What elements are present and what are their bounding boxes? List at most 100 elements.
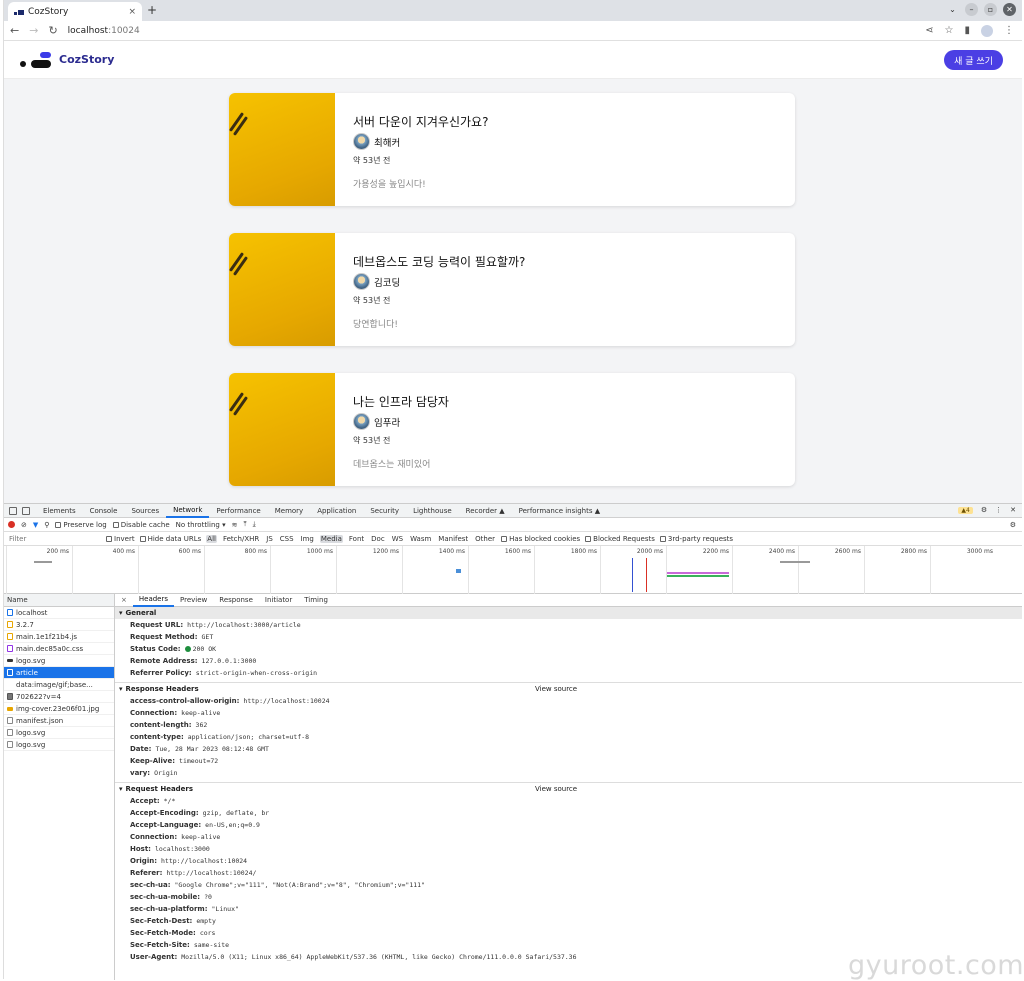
network-timeline[interactable]: 200 ms 400 ms 600 ms 800 ms 1000 ms 1200… <box>4 546 1022 594</box>
address-toolbar: ← → ↻ localhost:10024 ⋖ ☆ ▮ ⋮ <box>4 21 1022 41</box>
throttling-select[interactable]: No throttling ▾ <box>176 521 226 529</box>
request-row[interactable]: 702622?v=4 <box>4 691 114 703</box>
bookmark-star-icon[interactable]: ☆ <box>945 25 954 36</box>
detail-tab-headers[interactable]: Headers <box>132 594 175 607</box>
disable-cache-checkbox[interactable]: Disable cache <box>112 521 170 529</box>
devtools-tab[interactable]: Console <box>83 504 125 518</box>
name-column-header[interactable]: Name <box>4 594 114 607</box>
devtools-tab[interactable]: Recorder ▲ <box>459 504 512 518</box>
request-row[interactable]: 3.2.7 <box>4 619 114 631</box>
filter-input[interactable]: Filter <box>7 533 101 545</box>
devtools-tab-network[interactable]: Network <box>166 504 210 518</box>
devtools-tab[interactable]: Security <box>363 504 406 518</box>
filter-type[interactable]: Other <box>474 535 496 543</box>
brand-name[interactable]: CozStory <box>59 53 114 66</box>
request-row[interactable]: main.dec85a0c.css <box>4 643 114 655</box>
devtools-tab[interactable]: Application <box>310 504 363 518</box>
invert-checkbox[interactable]: Invert <box>106 535 135 543</box>
filter-type[interactable]: CSS <box>279 535 295 543</box>
profile-icon[interactable] <box>981 24 993 37</box>
import-har-icon[interactable]: ⤒ <box>243 520 246 529</box>
export-har-icon[interactable]: ⤓ <box>253 520 256 529</box>
third-party-checkbox[interactable]: 3rd-party requests <box>659 535 733 543</box>
request-row-selected[interactable]: article <box>4 667 114 679</box>
restore-icon[interactable]: ▫ <box>984 3 997 16</box>
close-icon[interactable]: × <box>128 7 136 17</box>
clear-icon[interactable]: ⊘ <box>21 521 27 529</box>
devtools-tab[interactable]: Memory <box>268 504 310 518</box>
header-value: http://localhost:10024/ <box>166 869 257 877</box>
record-icon[interactable] <box>8 521 15 528</box>
request-row[interactable]: localhost <box>4 607 114 619</box>
share-icon[interactable]: ⋖ <box>925 25 933 36</box>
devtools-tab[interactable]: Sources <box>124 504 166 518</box>
view-source-link[interactable]: View source <box>535 785 577 793</box>
filter-type[interactable]: Fetch/XHR <box>222 535 260 543</box>
filter-type[interactable]: Doc <box>370 535 386 543</box>
general-section-header[interactable]: ▾ General <box>115 607 1022 619</box>
settings-gear-icon[interactable]: ⚙ <box>981 506 987 514</box>
filter-type[interactable]: WS <box>391 535 404 543</box>
hide-data-urls-checkbox[interactable]: Hide data URLs <box>139 535 201 543</box>
write-post-button[interactable]: 새 글 쓰기 <box>944 50 1003 70</box>
tab-cozstory[interactable]: CozStory × <box>8 2 142 21</box>
forward-icon[interactable]: → <box>29 24 38 37</box>
address-bar[interactable]: localhost:10024 <box>68 26 925 36</box>
response-headers-header[interactable]: ▾ Response Headers View source <box>115 683 1022 695</box>
filter-type[interactable]: Media <box>319 534 343 543</box>
request-row[interactable]: logo.svg <box>4 739 114 751</box>
header-value: "Google Chrome";v="111", "Not(A:Brand";v… <box>174 881 425 889</box>
detail-tab-timing[interactable]: Timing <box>298 594 334 607</box>
request-row[interactable]: data:image/gif;base... <box>4 679 114 691</box>
request-row[interactable]: logo.svg <box>4 727 114 739</box>
devtools-tab[interactable]: Performance <box>209 504 267 518</box>
menu-kebab-icon[interactable]: ⋮ <box>1004 25 1014 36</box>
logo-icon[interactable] <box>20 51 54 69</box>
filter-type[interactable]: Img <box>300 535 315 543</box>
filter-type-all[interactable]: All <box>206 534 217 543</box>
general-section: ▾ General Request URL: http://localhost:3… <box>115 607 1022 683</box>
request-row[interactable]: img-cover.23e06f01.jpg <box>4 703 114 715</box>
minimize-icon[interactable]: – <box>965 3 978 16</box>
filter-funnel-icon[interactable]: ▼ <box>33 521 38 529</box>
filter-type[interactable]: Font <box>348 535 365 543</box>
header-key: content-type: <box>130 733 184 741</box>
window-close-icon[interactable]: ✕ <box>1003 3 1016 16</box>
blocked-cookies-checkbox[interactable]: Has blocked cookies <box>501 535 580 543</box>
detail-tab-preview[interactable]: Preview <box>174 594 213 607</box>
detail-tab-response[interactable]: Response <box>213 594 259 607</box>
request-row[interactable]: main.1e1f21b4.js <box>4 631 114 643</box>
blocked-requests-checkbox[interactable]: Blocked Requests <box>585 535 655 543</box>
preserve-log-checkbox[interactable]: Preserve log <box>55 521 107 529</box>
inspect-icon[interactable] <box>9 506 17 515</box>
devtools-menu-icon[interactable]: ⋮ <box>995 506 1002 514</box>
blocked-cookies-label: Has blocked cookies <box>509 534 581 543</box>
article-card[interactable]: 데브옵스도 코딩 능력이 필요할까? 김코딩 약 53년 전 당연합니다! <box>229 233 795 346</box>
network-settings-icon[interactable]: ⚙ <box>1010 521 1016 529</box>
request-headers-header[interactable]: ▾ Request Headers View source <box>115 783 1022 795</box>
devtools-tab[interactable]: Lighthouse <box>406 504 459 518</box>
article-card[interactable]: 서버 다운이 지겨우신가요? 최해커 약 53년 전 가용성을 높입시다! <box>229 93 795 206</box>
device-toolbar-icon[interactable] <box>22 506 30 515</box>
article-card[interactable]: 나는 인프라 담당자 임푸라 약 53년 전 데브옵스는 재미있어 <box>229 373 795 486</box>
filter-type[interactable]: Wasm <box>409 535 432 543</box>
back-icon[interactable]: ← <box>10 24 19 37</box>
tab-search-icon[interactable]: ⌄ <box>946 3 959 16</box>
filter-type[interactable]: JS <box>265 535 274 543</box>
warnings-badge[interactable]: ▲4 <box>958 506 973 514</box>
search-icon[interactable]: ⚲ <box>44 521 49 529</box>
header-key: Connection: <box>130 709 178 717</box>
side-panel-icon[interactable]: ▮ <box>964 25 970 36</box>
request-row[interactable]: logo.svg <box>4 655 114 667</box>
close-detail-icon[interactable]: × <box>115 596 133 604</box>
network-conditions-icon[interactable]: ≋ <box>232 521 238 529</box>
detail-tab-initiator[interactable]: Initiator <box>259 594 298 607</box>
new-tab-button[interactable]: + <box>147 3 157 17</box>
devtools-close-icon[interactable]: ✕ <box>1010 506 1016 514</box>
view-source-link[interactable]: View source <box>535 685 577 693</box>
devtools-tab[interactable]: Elements <box>36 504 83 518</box>
request-row[interactable]: manifest.json <box>4 715 114 727</box>
filter-type[interactable]: Manifest <box>437 535 469 543</box>
reload-icon[interactable]: ↻ <box>48 24 57 37</box>
devtools-tab[interactable]: Performance insights ▲ <box>512 504 607 518</box>
